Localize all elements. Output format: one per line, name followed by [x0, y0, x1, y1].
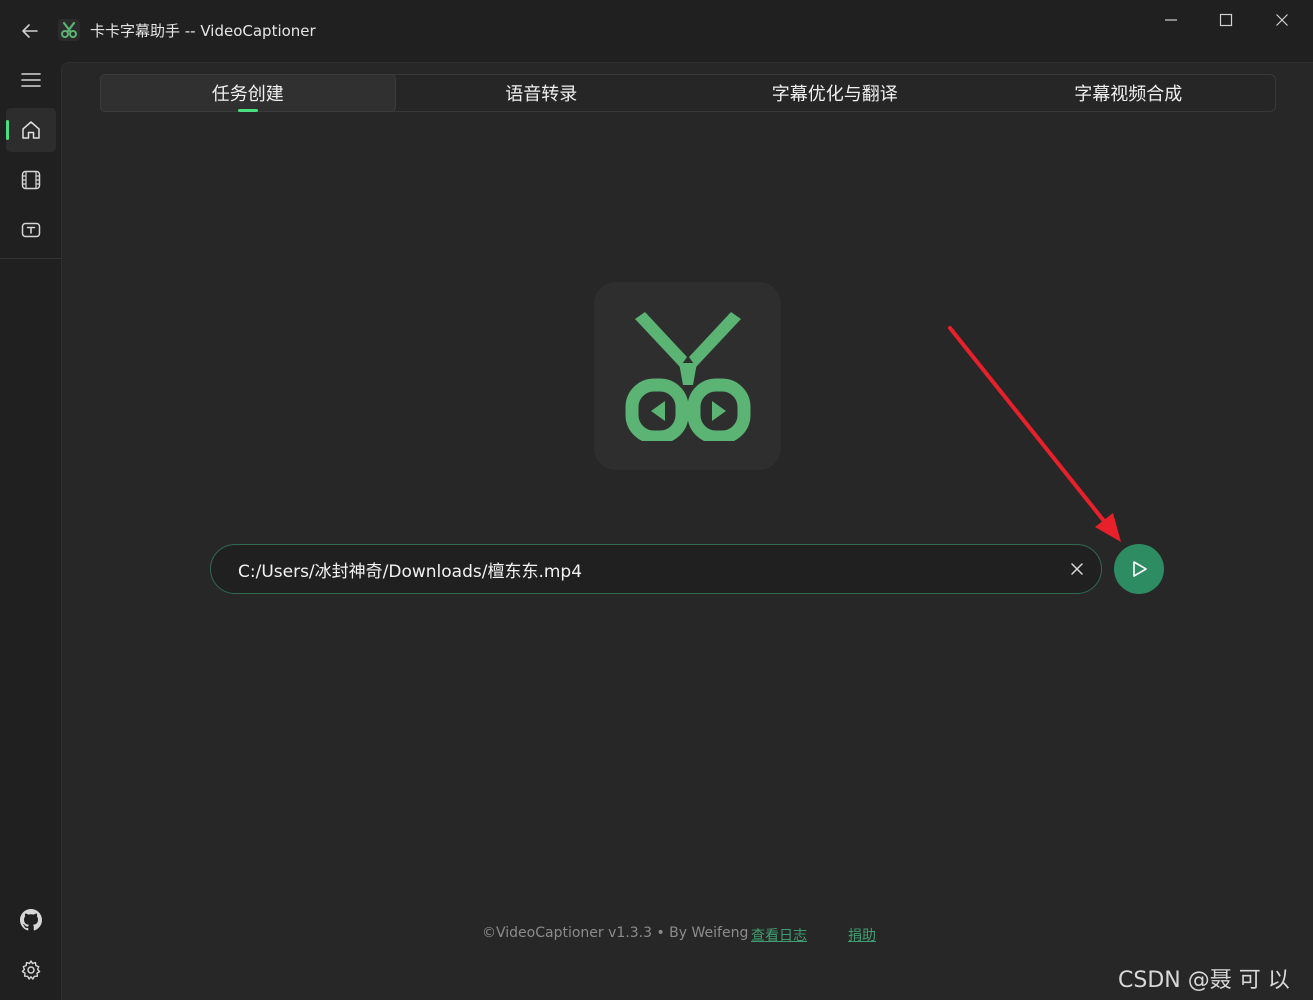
minimize-icon [1165, 19, 1177, 21]
main-content: 任务创建 语音转录 字幕优化与翻译 字幕视频合成 C:/Users/冰封神奇/D… [61, 62, 1313, 1000]
tab-task-create[interactable]: 任务创建 [100, 74, 396, 112]
navigation-sidebar [0, 62, 61, 1000]
file-path-field[interactable] [210, 544, 1102, 594]
tab-label: 字幕视频合成 [1074, 84, 1183, 105]
app-logo [58, 19, 80, 41]
nav-separator [0, 258, 61, 259]
maximize-icon [1219, 13, 1233, 27]
footer: ©VideoCaptioner v1.3.3 • By Weifeng 查看日志… [62, 925, 1313, 945]
file-path-input[interactable] [238, 545, 1058, 593]
app-logo-large [594, 282, 781, 470]
text-box-icon [21, 222, 41, 238]
tab-label: 字幕优化与翻译 [771, 84, 898, 105]
github-icon [20, 909, 42, 931]
clear-button[interactable] [1065, 557, 1089, 581]
view-log-link[interactable]: 查看日志 [751, 925, 807, 945]
close-icon [1276, 14, 1288, 26]
window-title: 卡卡字幕助手 -- VideoCaptioner [90, 22, 316, 40]
tab-transcription[interactable]: 语音转录 [395, 75, 689, 111]
nav-item-github[interactable] [6, 898, 56, 942]
nav-item-settings[interactable] [6, 948, 56, 992]
tab-subtitle-optimize[interactable]: 字幕优化与翻译 [688, 75, 982, 111]
nav-menu-button[interactable] [6, 58, 56, 102]
play-icon [1133, 561, 1147, 577]
start-button[interactable] [1114, 544, 1164, 594]
donate-link[interactable]: 捐助 [848, 925, 876, 945]
film-icon [21, 170, 41, 190]
tab-video-synthesis[interactable]: 字幕视频合成 [982, 75, 1276, 111]
scissors-icon [61, 21, 77, 38]
home-icon [22, 121, 40, 139]
nav-item-subtitle[interactable] [6, 208, 56, 252]
title-bar: 卡卡字幕助手 -- VideoCaptioner [0, 0, 1313, 62]
tab-label: 语音转录 [505, 84, 578, 105]
gear-icon [21, 960, 41, 980]
back-button[interactable] [14, 15, 46, 47]
version-text: ©VideoCaptioner v1.3.3 • By Weifeng [482, 925, 749, 941]
close-button[interactable] [1259, 4, 1305, 36]
hamburger-menu-icon [21, 73, 41, 87]
tab-bar: 任务创建 语音转录 字幕优化与翻译 字幕视频合成 [100, 74, 1276, 112]
back-arrow-icon [22, 24, 38, 38]
clear-x-icon [1071, 563, 1083, 575]
active-indicator [6, 120, 9, 140]
scissors-play-logo [625, 312, 750, 441]
tab-active-underline [237, 109, 258, 112]
minimize-button[interactable] [1148, 4, 1194, 36]
tab-label: 任务创建 [211, 84, 284, 105]
watermark-text: CSDN @聂 可 以 [1118, 968, 1290, 993]
nav-item-video[interactable] [6, 158, 56, 202]
nav-item-home[interactable] [6, 108, 56, 152]
maximize-button[interactable] [1203, 4, 1249, 36]
